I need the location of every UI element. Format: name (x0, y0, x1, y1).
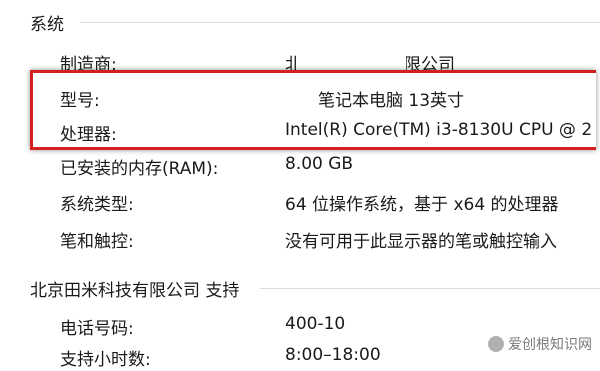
ram-label: 已安装的内存(RAM): (60, 159, 219, 179)
phone-label: 电话号码: (60, 319, 134, 339)
ram-value: 8.00 GB (285, 154, 354, 174)
system-row-system-type: 系统类型: 64 位操作系统，基于 x64 的处理器 (60, 190, 600, 216)
hours-value: 8:00–18:00 (285, 345, 381, 365)
pen-touch-value: 没有可用于此显示器的笔或触控输入 (285, 232, 557, 252)
hours-label: 支持小时数: (60, 350, 151, 370)
system-type-label: 系统类型: (60, 195, 134, 215)
system-row-ram: 已安装的内存(RAM): 8.00 GB (60, 154, 600, 180)
system-section-title: 系统 (30, 15, 64, 35)
phone-value: 400-10 (285, 314, 346, 334)
watermark: 爱创根知识网 (488, 334, 592, 354)
section-divider (80, 22, 600, 23)
watermark-logo-icon (488, 336, 504, 352)
support-section-title: 北京田米科技有限公司 支持 (30, 281, 240, 301)
section-divider (260, 288, 600, 289)
pen-touch-label: 笔和触控: (60, 232, 134, 252)
system-row-pen-touch: 笔和触控: 没有可用于此显示器的笔或触控输入 (60, 227, 600, 253)
watermark-text: 爱创根知识网 (508, 337, 592, 353)
red-highlight-box (30, 70, 596, 150)
system-type-value: 64 位操作系统，基于 x64 的处理器 (285, 195, 559, 215)
